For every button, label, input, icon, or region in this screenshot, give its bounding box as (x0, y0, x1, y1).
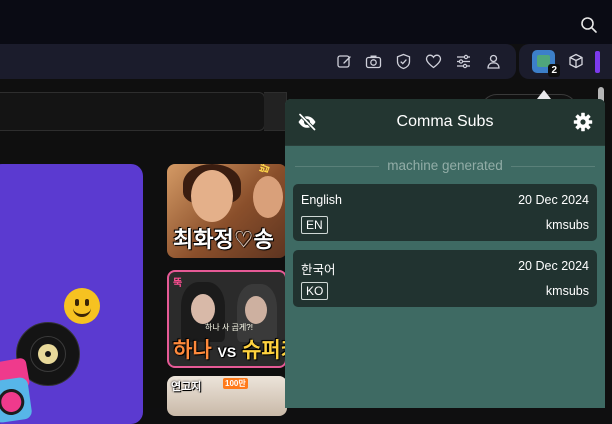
thumbnail-subcaption: 하나 사 곱게?! (205, 323, 253, 332)
smiley-icon (64, 288, 100, 324)
subtitle-author: kmsubs (545, 284, 589, 298)
search-icon[interactable] (580, 16, 598, 34)
thumbnail-caption: 최화정♡송 (173, 227, 274, 252)
extension-badge: 2 (548, 64, 560, 77)
comma-subs-extension-icon[interactable]: 2 (532, 50, 560, 77)
popup-title: Comma Subs (396, 113, 494, 130)
subtitle-language-code: EN (301, 216, 328, 234)
user-icon[interactable] (485, 53, 502, 70)
thumbnail-caption: 연고지 (171, 381, 202, 393)
extensions-area: 2 (519, 44, 612, 79)
subtitle-date: 20 Dec 2024 (518, 259, 589, 273)
page-search-button[interactable] (264, 92, 287, 131)
video-thumbnail[interactable]: 연고지 100만 (167, 376, 287, 416)
video-thumbnail[interactable]: 뚝 하나 사 곱게?! 하나 VS 슈퍼키 (167, 270, 287, 368)
extension-accent-bar[interactable] (595, 51, 600, 73)
blue-camera-icon (0, 376, 33, 424)
thumbnail-tag: 밥 |녀에 (255, 164, 281, 175)
cube-icon[interactable] (568, 53, 584, 69)
subtitle-language: English (301, 193, 342, 207)
thumbnail-caption: 하나 VS 슈퍼키 (173, 339, 285, 362)
popup-arrow (537, 90, 551, 99)
shield-icon[interactable] (395, 53, 412, 70)
thumbnail-corner-label: 뚝 (173, 278, 183, 289)
page-search-input[interactable] (0, 92, 265, 131)
gear-icon[interactable] (573, 112, 593, 132)
browser-titlebar (0, 0, 612, 44)
subtitle-language: 한국어 (301, 263, 336, 277)
comma-subs-popup: Comma Subs machine generated English 20 … (285, 99, 605, 408)
video-thumbnail[interactable]: 밥 |녀에 최화정♡송 (167, 164, 287, 258)
browser-toolbar (0, 44, 516, 79)
popup-header: Comma Subs (285, 99, 605, 146)
subtitle-item[interactable]: English 20 Dec 2024 EN kmsubs (293, 184, 597, 241)
subtitle-item[interactable]: 한국어 20 Dec 2024 KO kmsubs (293, 250, 597, 307)
subtitle-language-code: KO (301, 282, 329, 300)
thumbnail-badge: 100만 (223, 378, 248, 389)
subtitle-date: 20 Dec 2024 (518, 193, 589, 207)
subtitle-author: kmsubs (545, 218, 589, 232)
heart-icon[interactable] (425, 53, 442, 70)
section-divider-right (511, 166, 595, 167)
edit-icon[interactable] (336, 53, 353, 70)
camera-icon[interactable] (365, 53, 382, 70)
sliders-icon[interactable] (455, 53, 472, 70)
